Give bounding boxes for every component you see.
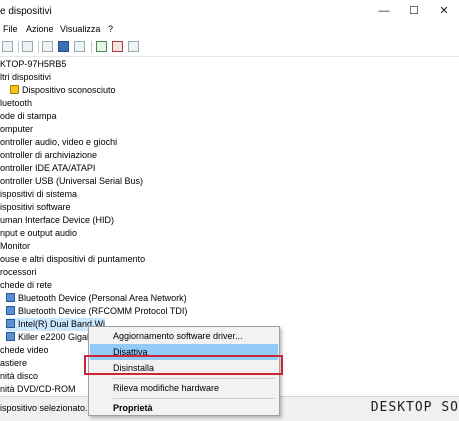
tree-item[interactable]: chede di rete (0, 279, 52, 292)
menu-file[interactable]: File (3, 24, 18, 34)
menu-help[interactable]: ? (108, 24, 113, 34)
menu-item-scan-hardware[interactable]: Rileva modifiche hardware (90, 380, 278, 396)
tree-item[interactable]: nput e output audio (0, 227, 77, 240)
scan-hardware-icon[interactable] (128, 41, 139, 52)
tree-item[interactable]: ontroller IDE ATA/ATAPI (0, 162, 95, 175)
tree-root[interactable]: KTOP-97H5RB5 (0, 58, 66, 71)
tree-item[interactable]: omputer (0, 123, 33, 136)
tree-item[interactable]: ode di stampa (0, 110, 57, 123)
tree-item[interactable]: Dispositivo sconosciuto (10, 84, 116, 97)
menu-item-properties[interactable]: Proprietà (90, 400, 278, 416)
menu-item-update-driver[interactable]: Aggiornamento software driver... (90, 328, 278, 344)
tree-item[interactable]: astiere (0, 357, 27, 370)
network-adapter-icon (6, 332, 15, 341)
tree-item[interactable]: ontroller USB (Universal Serial Bus) (0, 175, 143, 188)
tree-item[interactable]: ltri dispositivi (0, 71, 51, 84)
tree-item[interactable]: ispositivi di sistema (0, 188, 77, 201)
grid-icon[interactable] (42, 41, 53, 52)
tree-item[interactable]: nità disco (0, 370, 38, 383)
tree-item[interactable]: ispositivi software (0, 201, 71, 214)
monitor-icon[interactable] (74, 41, 85, 52)
properties-icon[interactable] (22, 41, 33, 52)
minimize-icon[interactable]: — (369, 0, 399, 22)
network-adapter-icon (6, 293, 15, 302)
menu-bar: File Azione Visualizza ? (0, 22, 459, 38)
maximize-icon[interactable]: ☐ (399, 0, 429, 22)
close-icon[interactable]: ✕ (429, 0, 459, 22)
menu-separator (113, 378, 275, 379)
tree-item[interactable]: nità DVD/CD-ROM (0, 383, 76, 396)
desktop-watermark: DESKTOP SO (370, 400, 459, 415)
toolbar-separator (18, 41, 19, 53)
window-title: e dispositivi (0, 6, 52, 17)
tree-item[interactable]: rocessori (0, 266, 37, 279)
toolbar-separator (38, 41, 39, 53)
tree-item[interactable]: Monitor (0, 240, 30, 253)
tree-item[interactable]: chede video (0, 344, 49, 357)
network-adapter-icon (6, 319, 15, 328)
tree-item[interactable]: ouse e altri dispositivi di puntamento (0, 253, 145, 266)
network-adapter-icon (6, 306, 15, 315)
menu-visualizza[interactable]: Visualizza (60, 24, 100, 34)
tree-item[interactable]: Bluetooth Device (RFCOMM Protocol TDI) (6, 305, 187, 318)
tree-item[interactable]: ontroller di archiviazione (0, 149, 97, 162)
menu-separator (113, 398, 275, 399)
update-driver-icon[interactable] (96, 41, 107, 52)
tree-item[interactable]: ontroller audio, video e giochi (0, 136, 117, 149)
back-icon[interactable] (2, 41, 13, 52)
help-icon[interactable] (58, 41, 69, 52)
status-text: ispositivo selezionato. (0, 403, 88, 413)
toolbar-separator (91, 41, 92, 53)
menu-azione[interactable]: Azione (26, 24, 54, 34)
tree-item[interactable]: uman Interface Device (HID) (0, 214, 114, 227)
title-bar: e dispositivi — ☐ ✕ (0, 0, 459, 22)
toolbar (0, 38, 459, 57)
tree-item[interactable]: Bluetooth Device (Personal Area Network) (6, 292, 187, 305)
warning-icon (10, 85, 19, 94)
tree-item[interactable]: luetooth (0, 97, 32, 110)
disable-device-icon[interactable] (112, 41, 123, 52)
highlight-box (84, 355, 283, 375)
